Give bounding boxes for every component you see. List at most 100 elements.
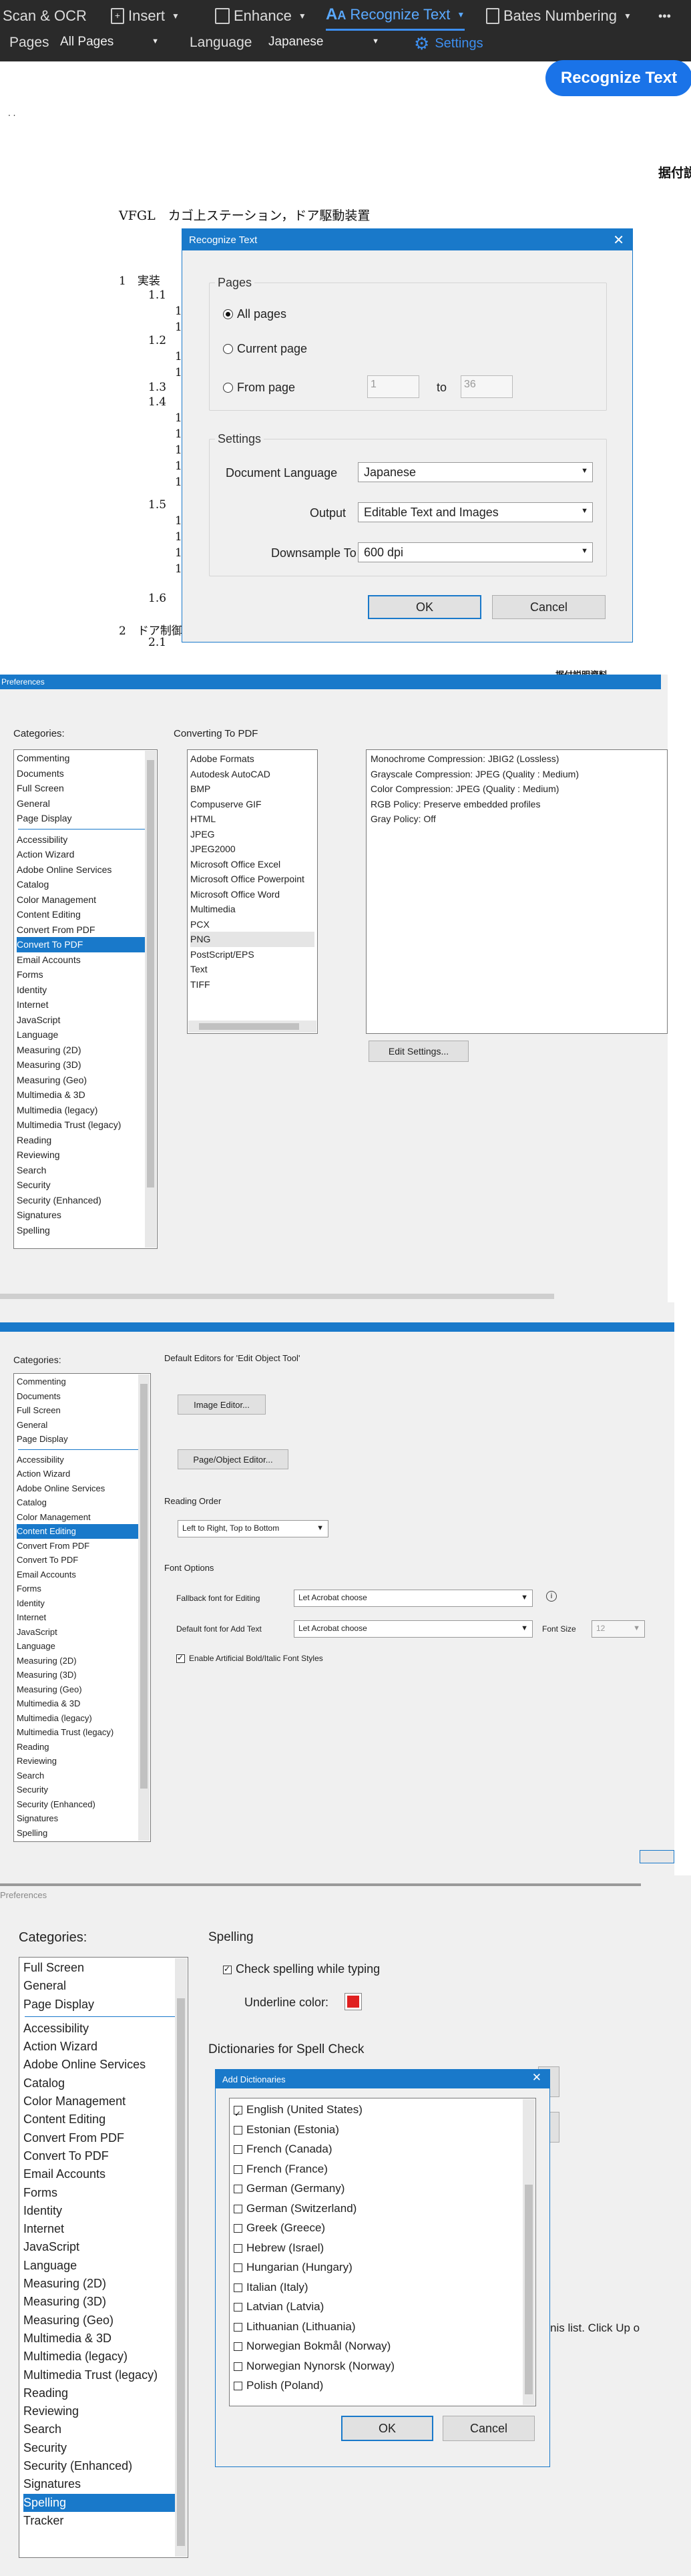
category-item[interactable]: Forms: [17, 1582, 148, 1596]
enhance-menu[interactable]: Enhance ▼: [215, 0, 306, 32]
category-item[interactable]: Content Editing: [23, 2110, 184, 2129]
from-page-radio[interactable]: From page: [223, 381, 295, 395]
dictionaries-scrollbar[interactable]: [523, 2099, 535, 2405]
category-item[interactable]: JavaScript: [17, 1625, 148, 1640]
reading-order-select[interactable]: Left to Right, Top to Bottom ▼: [178, 1520, 328, 1537]
category-item[interactable]: Identity: [17, 982, 154, 998]
format-item[interactable]: PCX: [190, 917, 314, 932]
category-item[interactable]: Forms: [23, 2184, 184, 2202]
category-item[interactable]: Color Management: [23, 2092, 184, 2110]
format-item[interactable]: PostScript/EPS: [190, 947, 314, 962]
format-item[interactable]: Autodesk AutoCAD: [190, 767, 314, 782]
formats-list[interactable]: Adobe Formats Autodesk AutoCAD BMP Compuser…: [187, 749, 318, 1034]
format-item[interactable]: Microsoft Office Powerpoint: [190, 872, 314, 887]
category-item[interactable]: Adobe Online Services: [17, 1481, 148, 1496]
categories-list[interactable]: Commenting Documents Full Screen General Pag…: [13, 749, 158, 1249]
dictionary-item[interactable]: German (Germany): [234, 2179, 531, 2199]
format-item[interactable]: Text: [190, 962, 314, 977]
format-item[interactable]: TIFF: [190, 977, 314, 992]
category-item[interactable]: Signatures: [17, 1811, 148, 1826]
category-item[interactable]: Email Accounts: [17, 1568, 148, 1582]
from-page-input[interactable]: 1: [367, 375, 419, 398]
dictionary-item[interactable]: Norwegian Nynorsk (Norway): [234, 2356, 531, 2376]
dictionary-item[interactable]: Greek (Greece): [234, 2218, 531, 2238]
to-page-input[interactable]: 36: [461, 375, 513, 398]
category-item[interactable]: Measuring (3D): [17, 1668, 148, 1682]
category-item[interactable]: Signatures: [23, 2475, 184, 2493]
category-item[interactable]: Action Wizard: [17, 847, 154, 862]
category-item[interactable]: Reading: [17, 1133, 154, 1148]
category-item[interactable]: Convert From PDF: [17, 1539, 148, 1553]
category-item[interactable]: Documents: [17, 766, 154, 781]
category-item[interactable]: Multimedia & 3D: [17, 1696, 148, 1711]
category-item[interactable]: Accessibility: [17, 832, 154, 848]
category-item[interactable]: Multimedia (legacy): [17, 1103, 154, 1118]
category-item[interactable]: Reading: [17, 1740, 148, 1755]
recognize-text-button[interactable]: Recognize Text: [545, 60, 691, 96]
close-icon[interactable]: ✕: [613, 232, 624, 248]
language-select[interactable]: Japanese ▼: [268, 35, 382, 55]
category-item[interactable]: Identity: [17, 1596, 148, 1611]
category-item[interactable]: Measuring (2D): [23, 2275, 184, 2293]
category-item[interactable]: Documents: [17, 1389, 148, 1404]
category-item[interactable]: Full Screen: [17, 781, 154, 796]
category-item[interactable]: Adobe Online Services: [23, 2056, 184, 2074]
category-item[interactable]: Measuring (2D): [17, 1043, 154, 1058]
format-item[interactable]: Adobe Formats: [190, 751, 314, 767]
category-item[interactable]: Measuring (3D): [17, 1057, 154, 1073]
info-icon[interactable]: i: [546, 1591, 557, 1602]
category-item[interactable]: Accessibility: [17, 1453, 148, 1467]
categories-scrollbar[interactable]: [175, 1958, 187, 2557]
category-item[interactable]: JavaScript: [23, 2238, 184, 2256]
category-item[interactable]: Catalog: [17, 877, 154, 892]
category-item[interactable]: Reviewing: [17, 1147, 154, 1163]
category-item[interactable]: Spelling: [23, 2493, 184, 2512]
underline-color-swatch[interactable]: [344, 1993, 362, 2010]
category-item[interactable]: Multimedia & 3D: [23, 2330, 184, 2348]
edit-settings-button[interactable]: Edit Settings...: [369, 1041, 469, 1062]
category-item[interactable]: Search: [17, 1769, 148, 1783]
category-item[interactable]: Action Wizard: [23, 2038, 184, 2056]
font-size-select[interactable]: 12 ▼: [592, 1620, 645, 1638]
category-item[interactable]: Convert From PDF: [17, 922, 154, 938]
category-item[interactable]: Color Management: [17, 892, 154, 908]
artificial-bold-checkbox[interactable]: Enable Artificial Bold/Italic Font Style…: [176, 1653, 323, 1664]
dictionary-item[interactable]: Norwegian Bokmål (Norway): [234, 2336, 531, 2356]
category-item[interactable]: Language: [17, 1639, 148, 1654]
category-item[interactable]: Spelling: [17, 1826, 148, 1841]
format-item[interactable]: BMP: [190, 781, 314, 797]
bates-numbering-menu[interactable]: Bates Numbering ▼: [486, 0, 632, 32]
category-item[interactable]: Measuring (Geo): [23, 2312, 184, 2330]
current-page-radio[interactable]: Current page: [223, 342, 307, 356]
format-item[interactable]: JPEG: [190, 827, 314, 842]
category-item[interactable]: Catalog: [23, 2074, 184, 2092]
cancel-button[interactable]: Cancel: [492, 595, 606, 619]
category-item[interactable]: Language: [17, 1027, 154, 1043]
dictionary-item[interactable]: Italian (Italy): [234, 2277, 531, 2297]
fallback-font-select[interactable]: Let Acrobat choose ▼: [294, 1590, 533, 1607]
ok-button[interactable]: OK: [341, 2416, 433, 2441]
category-item[interactable]: Commenting: [17, 751, 154, 766]
format-item[interactable]: Microsoft Office Word: [190, 887, 314, 902]
category-item[interactable]: Multimedia Trust (legacy): [23, 2366, 184, 2384]
category-item[interactable]: Search: [17, 1163, 154, 1178]
check-spelling-checkbox[interactable]: Check spelling while typing: [223, 1962, 380, 1976]
output-select[interactable]: Editable Text and Images ▼: [358, 502, 593, 522]
dictionaries-list[interactable]: English (United States) Estonian (Estonia…: [229, 2098, 536, 2406]
category-item[interactable]: JavaScript: [17, 1013, 154, 1028]
category-item[interactable]: Measuring (Geo): [17, 1073, 154, 1088]
category-item[interactable]: Email Accounts: [23, 2165, 184, 2183]
category-item[interactable]: Reading: [23, 2384, 184, 2402]
dictionary-item[interactable]: German (Switzerland): [234, 2199, 531, 2219]
category-item[interactable]: Adobe Online Services: [17, 862, 154, 878]
tab-scan-ocr[interactable]: Scan & OCR: [3, 0, 87, 32]
category-item[interactable]: Security: [17, 1783, 148, 1797]
image-editor-button[interactable]: Image Editor...: [178, 1395, 266, 1415]
categories-list[interactable]: Full Screen General Page Display Accessibil…: [19, 1957, 188, 2558]
category-item[interactable]: Action Wizard: [17, 1467, 148, 1481]
category-item[interactable]: Measuring (Geo): [17, 1682, 148, 1697]
category-item[interactable]: Page Display: [17, 1432, 148, 1447]
category-item[interactable]: Search: [23, 2420, 184, 2438]
category-item[interactable]: Catalog: [17, 1495, 148, 1510]
category-item[interactable]: Language: [23, 2257, 184, 2275]
